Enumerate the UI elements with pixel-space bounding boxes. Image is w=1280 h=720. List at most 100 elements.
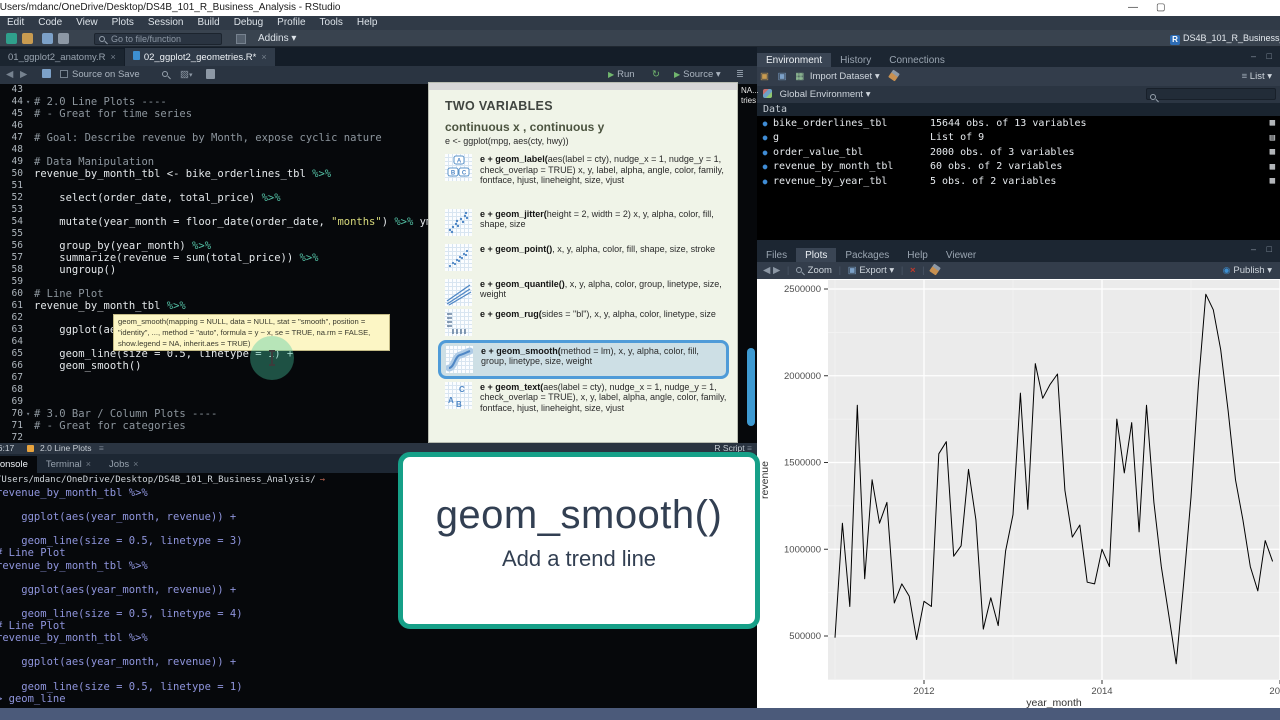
publish-button[interactable]: Publish ▾ [1233, 265, 1272, 276]
new-file-icon[interactable] [6, 33, 17, 44]
list-view-button[interactable]: List ▾ [1250, 71, 1272, 82]
line-number: 62 [11, 312, 23, 323]
close-tab-icon[interactable]: × [133, 459, 138, 469]
next-plot-icon[interactable]: ▶ [773, 265, 780, 276]
environment-object-row[interactable]: ● order_value_tbl 2000 obs. of 3 variables… [757, 145, 1280, 160]
fold-gutter [26, 252, 34, 264]
editor-tab[interactable]: 02_ggplot2_geometries.R* × [124, 48, 275, 67]
object-expand-icon[interactable]: ● [757, 119, 773, 128]
search-icon [99, 36, 105, 42]
load-workspace-icon[interactable]: ▣ [760, 71, 769, 82]
editor-scrollbar[interactable] [747, 348, 755, 426]
clear-plots-icon[interactable] [929, 263, 942, 276]
object-expand-icon[interactable]: ● [757, 133, 773, 142]
rerun-icon[interactable]: ↻ [652, 69, 660, 80]
close-tab-icon[interactable]: × [111, 52, 116, 62]
goto-dir-icon[interactable]: → [320, 475, 325, 485]
fold-gutter [26, 264, 34, 276]
fold-gutter [26, 432, 34, 443]
minimize-icon[interactable]: — [1128, 0, 1138, 16]
line-number: 49 [11, 156, 23, 167]
menu-plots[interactable]: Plots [105, 16, 141, 30]
source-on-save-checkbox[interactable]: Source on Save [60, 69, 140, 80]
project-selector[interactable]: RDS4B_101_R_Business_Anal [1170, 31, 1280, 46]
menu-build[interactable]: Build [190, 16, 226, 30]
fold-icon[interactable]: ▾ [26, 408, 34, 420]
menu-tools[interactable]: Tools [313, 16, 350, 30]
forward-icon[interactable]: ▶ [20, 69, 27, 80]
console-line: ggplot(aes(year_month, revenue)) + [0, 656, 237, 669]
section-label[interactable]: 2.0 Line Plots [40, 443, 92, 453]
tooltip-line: geom_smooth(mapping = NULL, data = NULL,… [118, 317, 366, 326]
fold-gutter [26, 300, 34, 312]
cheatsheet-item-text: e + geom_quantile(), x, y, alpha, color,… [480, 278, 722, 300]
svg-text:2016: 2016 [1269, 686, 1280, 697]
print-icon[interactable] [58, 33, 69, 44]
menu-session[interactable]: Session [141, 16, 191, 30]
compile-report-icon[interactable] [206, 69, 215, 79]
menu-code[interactable]: Code [31, 16, 69, 30]
source-on-save-label: Source on Save [72, 69, 140, 80]
pane-controls-icon[interactable]: – □ [1251, 244, 1276, 254]
fold-gutter [26, 276, 34, 288]
fold-gutter [26, 132, 34, 144]
save-workspace-icon[interactable]: ▣ [778, 71, 787, 82]
object-expand-icon[interactable]: ● [757, 177, 773, 186]
open-file-icon[interactable] [22, 33, 33, 44]
menu-view[interactable]: View [69, 16, 105, 30]
working-dir-path: /Users/mdanc/OneDrive/Desktop/DS4B_101_R… [0, 475, 316, 485]
environment-object-row[interactable]: ● g List of 9 ▤ [757, 131, 1280, 146]
run-button[interactable]: ▶ Run [608, 69, 635, 80]
goto-file-input[interactable]: Go to file/function [94, 33, 222, 45]
panes-grid-icon[interactable] [236, 34, 246, 44]
run-label: Run [617, 69, 635, 80]
export-button[interactable]: Export ▾ [859, 265, 894, 276]
callout-subtitle: Add a trend line [501, 546, 657, 571]
environment-search-input[interactable] [1146, 88, 1276, 100]
import-dataset-button[interactable]: Import Dataset ▾ [810, 71, 880, 82]
fold-icon[interactable]: ▾ [26, 96, 34, 108]
view-table-icon[interactable]: ▦ [1270, 176, 1275, 186]
line-number: 72 [11, 432, 23, 443]
section-menu-icon[interactable]: ≡ [99, 443, 104, 453]
publish-icon: ◉ [1222, 265, 1231, 275]
back-icon[interactable]: ◀ [6, 69, 13, 80]
maximize-icon[interactable]: ▢ [1156, 0, 1165, 16]
view-table-icon[interactable]: ▦ [1270, 162, 1275, 172]
close-tab-icon[interactable]: × [86, 459, 91, 469]
view-table-icon[interactable]: ▦ [1270, 118, 1275, 128]
object-expand-icon[interactable]: ● [757, 148, 773, 157]
line-number: 51 [11, 180, 23, 191]
cheatsheet-item-highlighted: e + geom_smooth(method = lm), x, y, alph… [438, 339, 729, 379]
cheatsheet-setup-code: e <- ggplot(mpg, aes(cty, hwy)) [445, 136, 569, 146]
remove-plot-icon[interactable]: × [910, 265, 916, 276]
svg-text:year_month: year_month [1026, 697, 1082, 708]
document-outline-icon[interactable]: ≣ [736, 69, 744, 80]
cheatsheet-item-text: e + geom_rug(sides = "bl"), x, y, alpha,… [480, 308, 716, 319]
view-list-icon[interactable]: ▤ [1270, 133, 1275, 143]
menu-help[interactable]: Help [350, 16, 385, 30]
zoom-button[interactable]: Zoom [808, 265, 832, 276]
clear-objects-icon[interactable] [888, 69, 901, 82]
editor-fragment: tries [741, 96, 757, 105]
menu-edit[interactable]: Edit [0, 16, 31, 30]
pane-controls-icon[interactable]: – □ [1251, 51, 1276, 61]
environment-object-row[interactable]: ● bike_orderlines_tbl 15644 obs. of 13 var… [757, 116, 1280, 131]
environment-object-row[interactable]: ● revenue_by_year_tbl 5 obs. of 2 variable… [757, 174, 1280, 189]
object-expand-icon[interactable]: ● [757, 162, 773, 171]
line-number: 56 [11, 240, 23, 251]
svg-text:1000000: 1000000 [784, 544, 821, 555]
save-icon[interactable] [42, 33, 53, 44]
save-file-icon[interactable] [42, 69, 51, 78]
find-icon[interactable] [162, 71, 168, 77]
code-tools-icon[interactable]: ▨▾ [180, 69, 193, 80]
previous-plot-icon[interactable]: ◀ [763, 265, 770, 276]
source-button[interactable]: ▶ Source ▾ [674, 69, 721, 80]
global-environment-dropdown[interactable]: Global Environment ▾ [780, 89, 871, 100]
close-tab-icon[interactable]: × [261, 52, 266, 62]
addins-button[interactable]: Addins ▾ [258, 33, 296, 44]
view-table-icon[interactable]: ▦ [1270, 147, 1275, 157]
menu-profile[interactable]: Profile [270, 16, 312, 30]
environment-object-row[interactable]: ● revenue_by_month_tbl 60 obs. of 2 variab… [757, 160, 1280, 175]
menu-debug[interactable]: Debug [227, 16, 270, 30]
